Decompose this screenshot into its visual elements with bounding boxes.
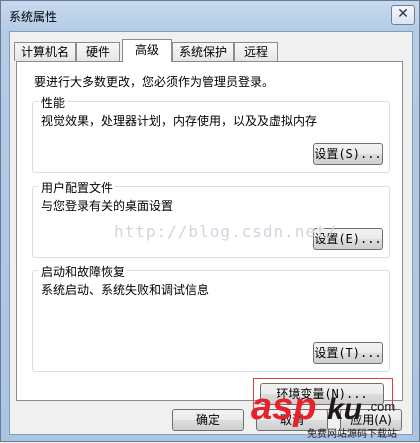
aspku-logo: asp ku .com 免费网站源码下载站 [251,386,397,440]
tab-hardware[interactable]: 硬件 [76,42,120,61]
close-icon: ✕ [397,6,409,22]
performance-group: 性能 视觉效果，处理器计划，内存使用，以及及虚拟内存 设置(S)... [32,94,390,173]
startup-recovery-group: 启动和故障恢复 系统启动、系统失败和调试信息 设置(T)... [32,263,390,372]
startup-recovery-description: 系统启动、系统失败和调试信息 [41,283,210,297]
svg-text:ku: ku [327,393,362,426]
performance-settings-button[interactable]: 设置(S)... [313,143,383,165]
tab-computer-name[interactable]: 计算机名 [14,42,76,61]
title-bar[interactable]: 系统属性 ✕ [1,1,419,31]
blog-watermark: http://blog.csdn.net/ [114,222,338,241]
svg-text:.com: .com [367,399,395,414]
startup-recovery-settings-button[interactable]: 设置(T)... [313,342,383,364]
tab-advanced[interactable]: 高级 [122,39,172,62]
tab-system-protection[interactable]: 系统保护 [172,42,234,61]
close-button[interactable]: ✕ [391,5,415,25]
window-title: 系统属性 [9,10,58,24]
user-profiles-title: 用户配置文件 [39,179,116,196]
ok-button[interactable]: 确定 [172,409,244,431]
svg-text:asp: asp [251,386,316,428]
tab-remote[interactable]: 远程 [234,42,278,61]
admin-notice: 要进行大多数更改，您必须作为管理员登录。 [34,75,275,89]
startup-recovery-title: 启动和故障恢复 [39,263,128,280]
svg-text:免费网站源码下载站: 免费网站源码下载站 [307,427,397,440]
user-profiles-description: 与您登录有关的桌面设置 [41,199,174,213]
performance-title: 性能 [39,94,68,111]
performance-description: 视觉效果，处理器计划，内存使用，以及及虚拟内存 [41,114,318,128]
system-properties-window: 系统属性 ✕ 计算机名 硬件 高级 系统保护 远程 要进行大多数更改，您必须作为… [0,0,420,442]
